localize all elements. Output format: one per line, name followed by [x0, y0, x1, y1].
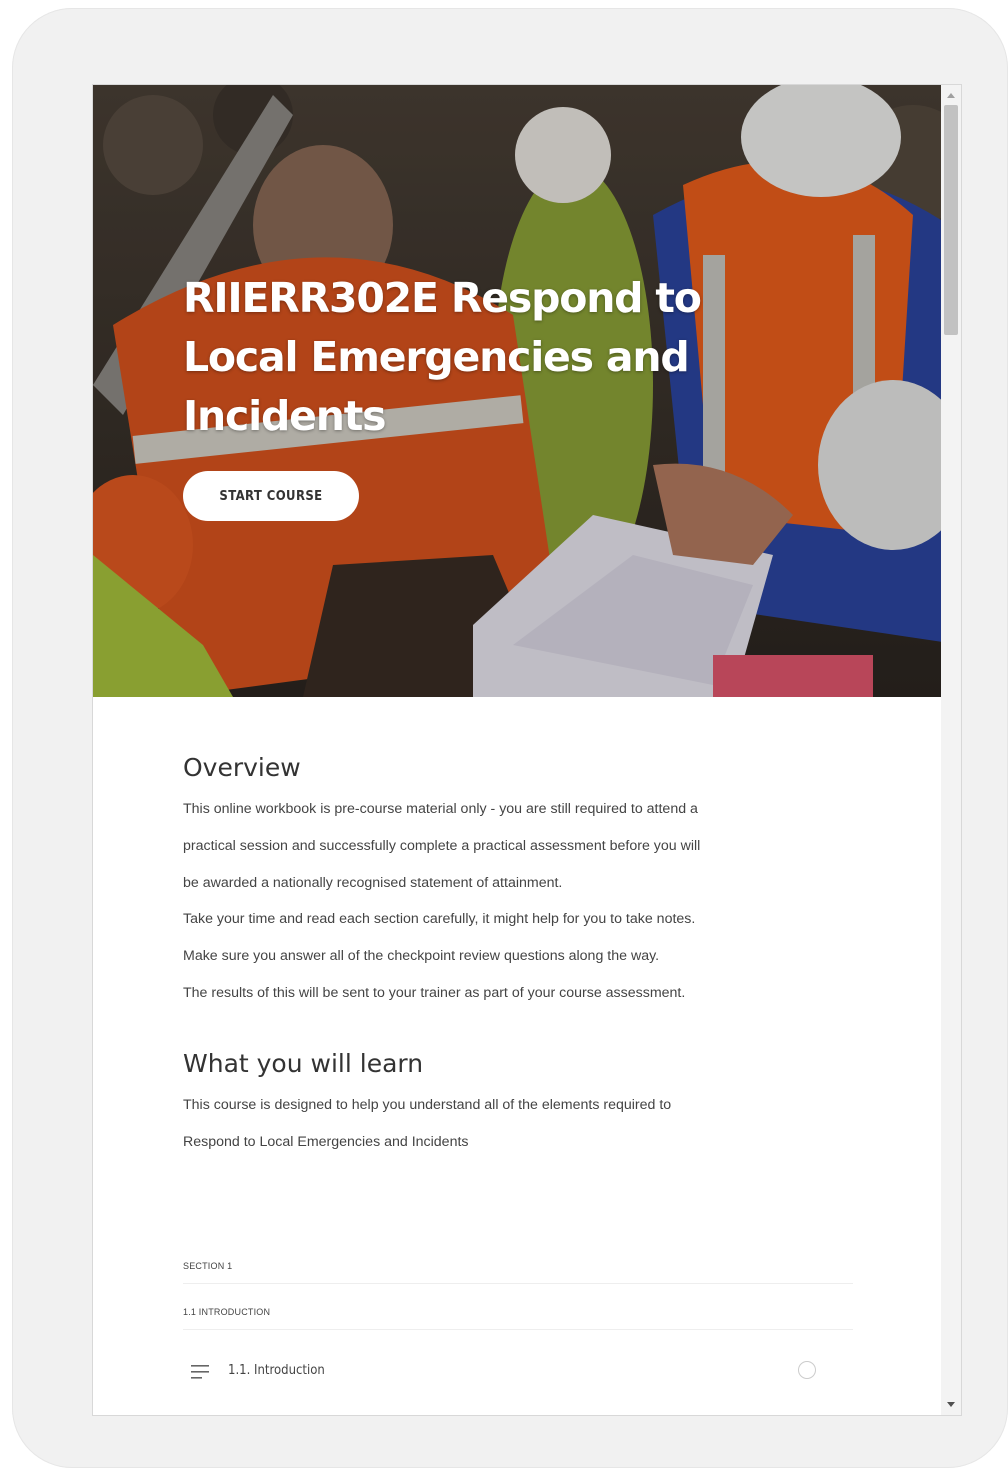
start-course-button[interactable]: START COURSE: [183, 471, 359, 521]
learn-line: Respond to Local Emergencies and Inciden…: [183, 1133, 469, 1150]
learn-line: This course is designed to help you unde…: [183, 1097, 672, 1113]
section-header: SECTION 1: [183, 1261, 853, 1284]
scroll-up-icon[interactable]: [947, 93, 955, 98]
tablet-frame: RIIERR302E Respond to Local Emergencies …: [12, 8, 1008, 1468]
course-viewport: RIIERR302E Respond to Local Emergencies …: [92, 84, 962, 1416]
overview-heading: Overview: [183, 753, 301, 782]
scrollbar-thumb[interactable]: [944, 105, 958, 335]
vertical-scrollbar[interactable]: [941, 85, 961, 1415]
lesson-title: 1.1. Introduction: [228, 1363, 325, 1378]
scroll-down-icon[interactable]: [947, 1402, 955, 1407]
lesson-item[interactable]: 1.1. Introduction: [183, 1353, 853, 1393]
overview-text: This online workbook is pre-course mater…: [183, 791, 863, 1012]
overview-line: be awarded a nationally recognised state…: [183, 874, 563, 891]
overview-line: This online workbook is pre-course mater…: [183, 801, 698, 817]
overview-line: Make sure you answer all of the checkpoi…: [183, 948, 660, 965]
hero-banner: RIIERR302E Respond to Local Emergencies …: [93, 85, 941, 697]
overview-line: The results of this will be sent to your…: [183, 984, 686, 1001]
overview-line: practical session and successfully compl…: [183, 837, 701, 854]
subsection-header: 1.1 INTRODUCTION: [183, 1307, 853, 1330]
incomplete-circle-icon: [798, 1361, 816, 1379]
learn-text: This course is designed to help you unde…: [183, 1087, 863, 1161]
overview-line: Take your time and read each section car…: [183, 911, 696, 928]
learn-heading: What you will learn: [183, 1049, 424, 1078]
course-page: RIIERR302E Respond to Local Emergencies …: [93, 85, 941, 1415]
text-lines-icon: [191, 1365, 209, 1379]
course-title: RIIERR302E Respond to Local Emergencies …: [183, 274, 702, 440]
